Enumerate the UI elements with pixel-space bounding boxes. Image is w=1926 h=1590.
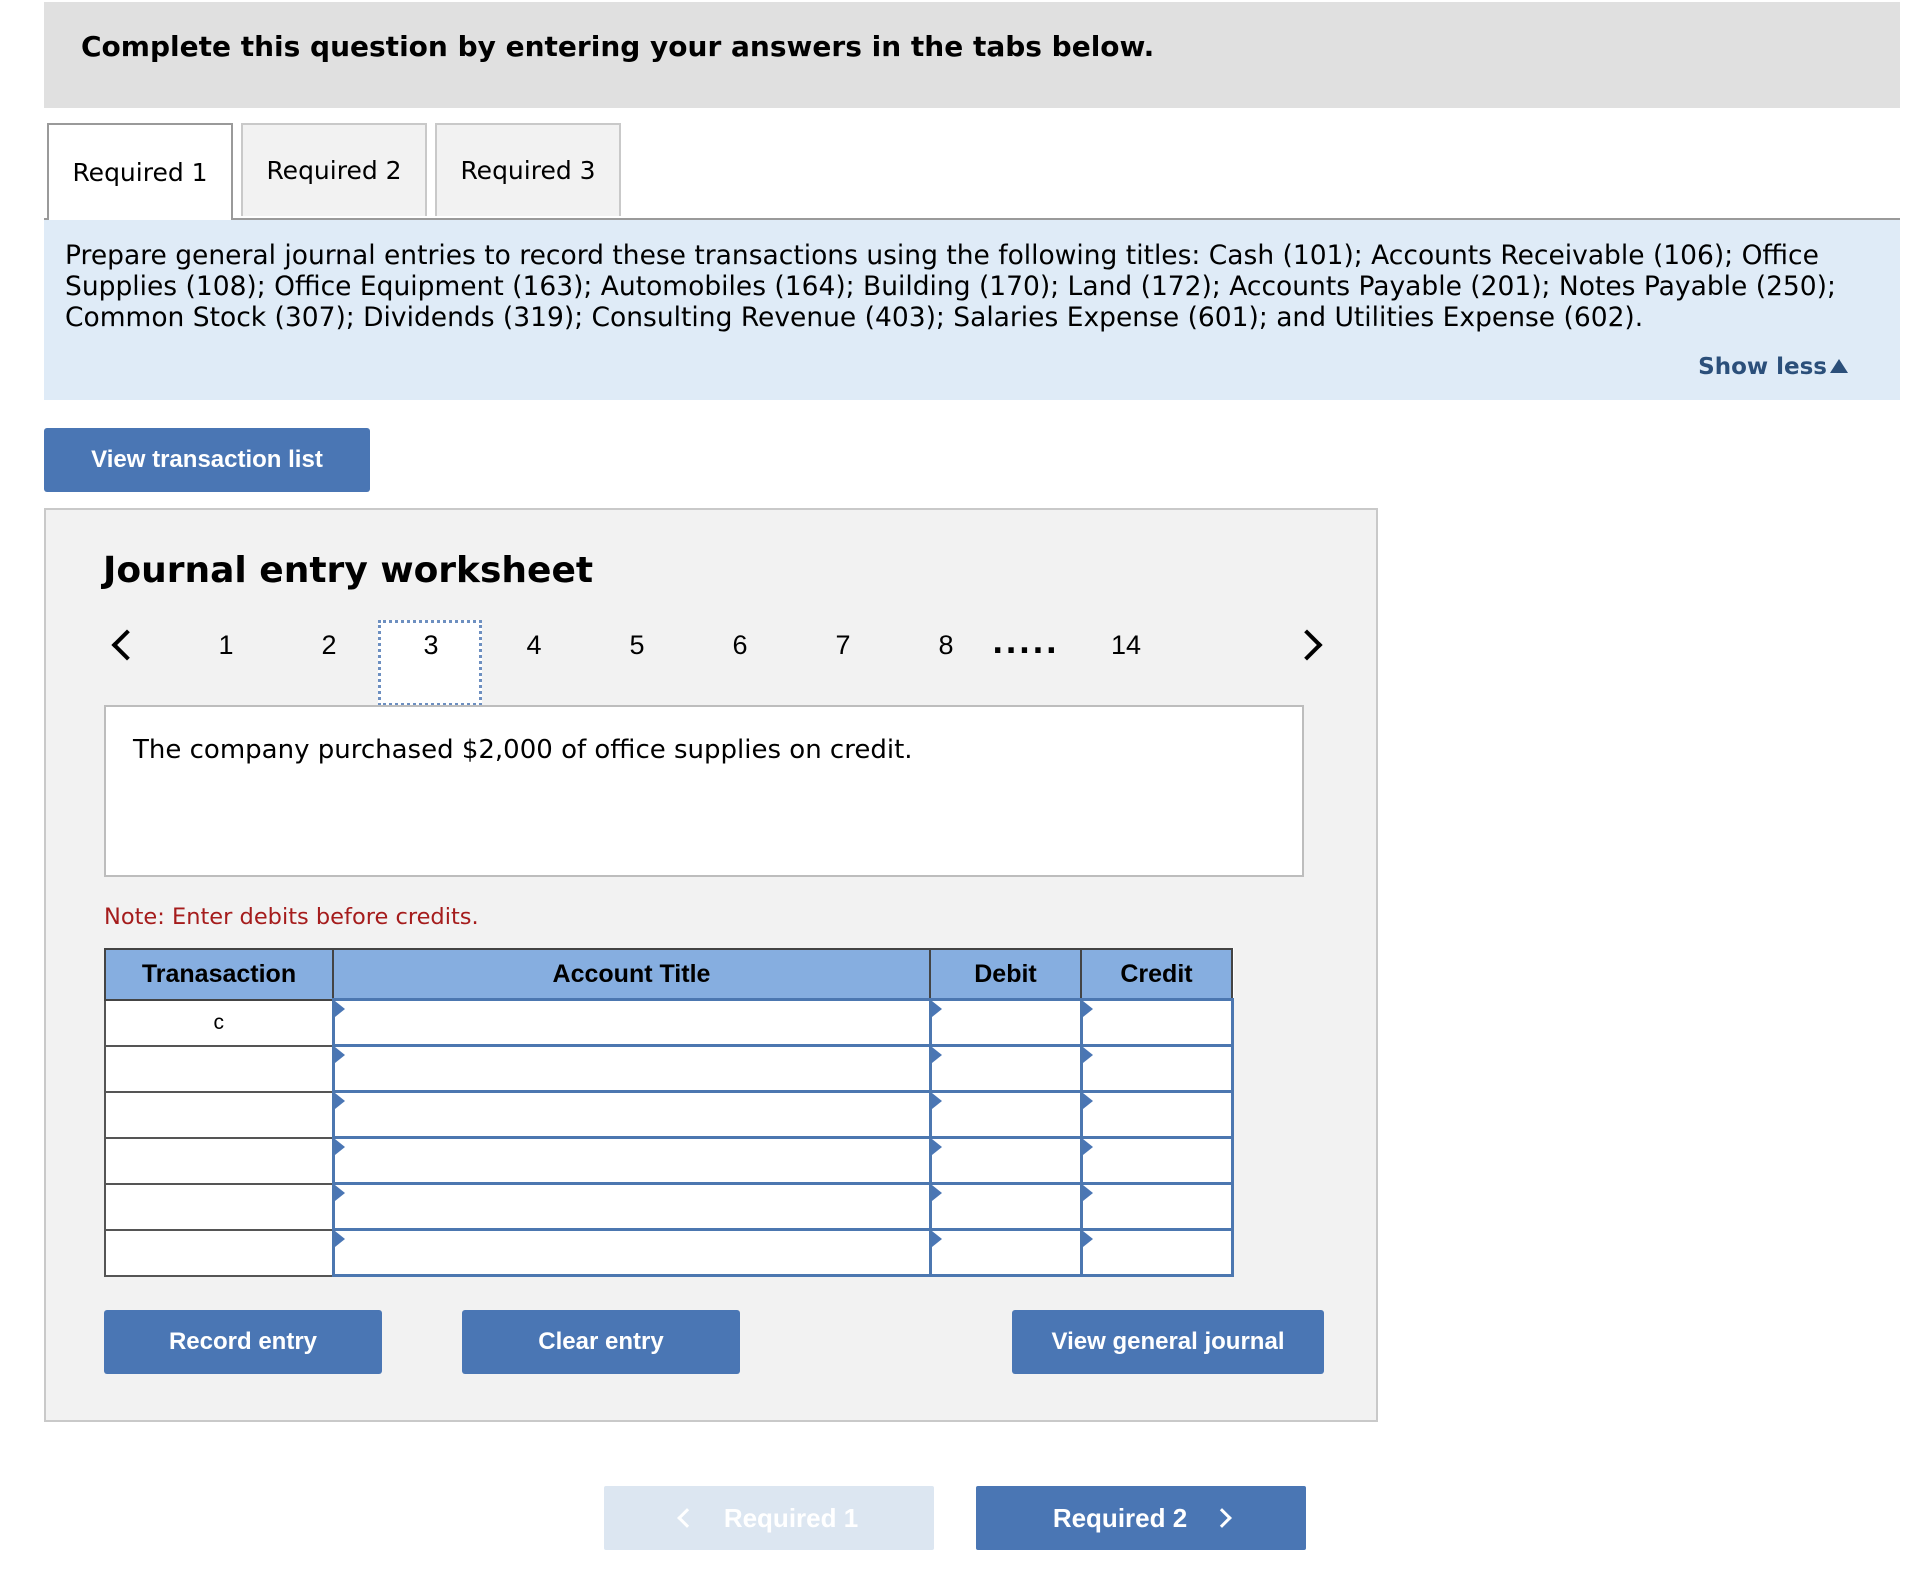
table-row: c <box>104 998 1234 1047</box>
credit-input[interactable] <box>1079 1136 1234 1185</box>
dropdown-marker-icon <box>334 1093 345 1109</box>
record-entry-button[interactable]: Record entry <box>104 1310 382 1374</box>
transaction-cell <box>104 1044 334 1093</box>
header-debit: Debit <box>929 948 1082 1001</box>
banner-text: Complete this question by entering your … <box>81 30 1155 63</box>
chevron-right-icon <box>1212 1508 1233 1528</box>
transaction-description: The company purchased $2,000 of office s… <box>133 735 913 765</box>
credit-input[interactable] <box>1079 1182 1234 1231</box>
input-marker-icon <box>1082 1185 1093 1201</box>
page-7[interactable]: 7 <box>813 630 873 661</box>
account-title-input[interactable] <box>331 1044 932 1093</box>
input-marker-icon <box>1082 1001 1093 1017</box>
header-credit: Credit <box>1080 948 1233 1001</box>
transaction-cell <box>104 1182 334 1231</box>
transaction-cell <box>104 1136 334 1185</box>
journal-entry-table: Tranasaction Account Title Debit Credit … <box>104 948 1234 1277</box>
dropdown-marker-icon <box>334 1047 345 1063</box>
page-ellipsis: ..... <box>992 626 1059 661</box>
view-transaction-list-button[interactable]: View transaction list <box>44 428 370 492</box>
account-title-input[interactable] <box>331 998 932 1047</box>
table-header-row: Tranasaction Account Title Debit Credit <box>104 948 1233 1001</box>
transaction-description-box: The company purchased $2,000 of office s… <box>104 705 1304 877</box>
view-general-journal-button[interactable]: View general journal <box>1012 1310 1324 1374</box>
debit-input[interactable] <box>928 1182 1083 1231</box>
credit-input[interactable] <box>1079 998 1234 1047</box>
next-page-icon[interactable] <box>1291 629 1323 661</box>
previous-required-label: Required 1 <box>723 1502 859 1533</box>
page-3[interactable]: 3 <box>401 630 461 661</box>
credit-input[interactable] <box>1079 1090 1234 1139</box>
show-less-label: Show less <box>1698 354 1827 380</box>
instructions-banner: Complete this question by entering your … <box>44 2 1900 108</box>
clear-entry-button[interactable]: Clear entry <box>462 1310 740 1374</box>
input-marker-icon <box>1082 1139 1093 1155</box>
transaction-cell: c <box>104 998 334 1047</box>
debit-input[interactable] <box>928 1090 1083 1139</box>
worksheet-title: Journal entry worksheet <box>103 550 594 591</box>
previous-required-button[interactable]: Required 1 <box>604 1486 934 1550</box>
table-row <box>104 1228 1234 1277</box>
debit-input[interactable] <box>928 1044 1083 1093</box>
tab-required-1[interactable]: Required 1 <box>47 123 233 220</box>
account-title-input[interactable] <box>331 1090 932 1139</box>
input-marker-icon <box>1082 1047 1093 1063</box>
input-marker-icon <box>931 1185 942 1201</box>
chevron-left-icon <box>676 1508 697 1528</box>
dropdown-marker-icon <box>334 1001 345 1017</box>
show-less-link[interactable]: Show less <box>1698 354 1848 380</box>
tab-required-2[interactable]: Required 2 <box>241 123 427 216</box>
account-title-input[interactable] <box>331 1228 932 1277</box>
input-marker-icon <box>931 1047 942 1063</box>
input-marker-icon <box>931 1231 942 1247</box>
next-required-button[interactable]: Required 2 <box>976 1486 1306 1550</box>
table-row <box>104 1182 1234 1231</box>
instructions-text: Prepare general journal entries to recor… <box>65 240 1836 333</box>
page-6[interactable]: 6 <box>710 630 770 661</box>
table-row <box>104 1044 1234 1093</box>
input-marker-icon <box>1082 1093 1093 1109</box>
transaction-cell <box>104 1228 334 1277</box>
triangle-up-icon <box>1830 359 1848 373</box>
credit-input[interactable] <box>1079 1044 1234 1093</box>
header-account-title: Account Title <box>332 948 931 1001</box>
credit-input[interactable] <box>1079 1228 1234 1277</box>
dropdown-marker-icon <box>334 1185 345 1201</box>
debit-input[interactable] <box>928 998 1083 1047</box>
page-2[interactable]: 2 <box>299 630 359 661</box>
dropdown-marker-icon <box>334 1139 345 1155</box>
journal-entry-worksheet: Journal entry worksheet 1 2 3 4 5 6 7 8 … <box>44 508 1378 1422</box>
next-required-label: Required 2 <box>1052 1502 1188 1533</box>
header-transaction: Tranasaction <box>104 948 334 1001</box>
table-row <box>104 1090 1234 1139</box>
page-1[interactable]: 1 <box>196 630 256 661</box>
debit-input[interactable] <box>928 1136 1083 1185</box>
debits-before-credits-note: Note: Enter debits before credits. <box>104 904 479 930</box>
account-title-input[interactable] <box>331 1182 932 1231</box>
dropdown-marker-icon <box>334 1231 345 1247</box>
tab-required-3[interactable]: Required 3 <box>435 123 621 216</box>
page-4[interactable]: 4 <box>504 630 564 661</box>
input-marker-icon <box>931 1001 942 1017</box>
input-marker-icon <box>931 1093 942 1109</box>
input-marker-icon <box>1082 1231 1093 1247</box>
previous-page-icon[interactable] <box>111 629 143 661</box>
debit-input[interactable] <box>928 1228 1083 1277</box>
input-marker-icon <box>931 1139 942 1155</box>
instructions-panel: Prepare general journal entries to recor… <box>44 220 1900 400</box>
page-8[interactable]: 8 <box>916 630 976 661</box>
page-14[interactable]: 14 <box>1096 630 1156 661</box>
account-title-input[interactable] <box>331 1136 932 1185</box>
page-5[interactable]: 5 <box>607 630 667 661</box>
transaction-cell <box>104 1090 334 1139</box>
table-row <box>104 1136 1234 1185</box>
